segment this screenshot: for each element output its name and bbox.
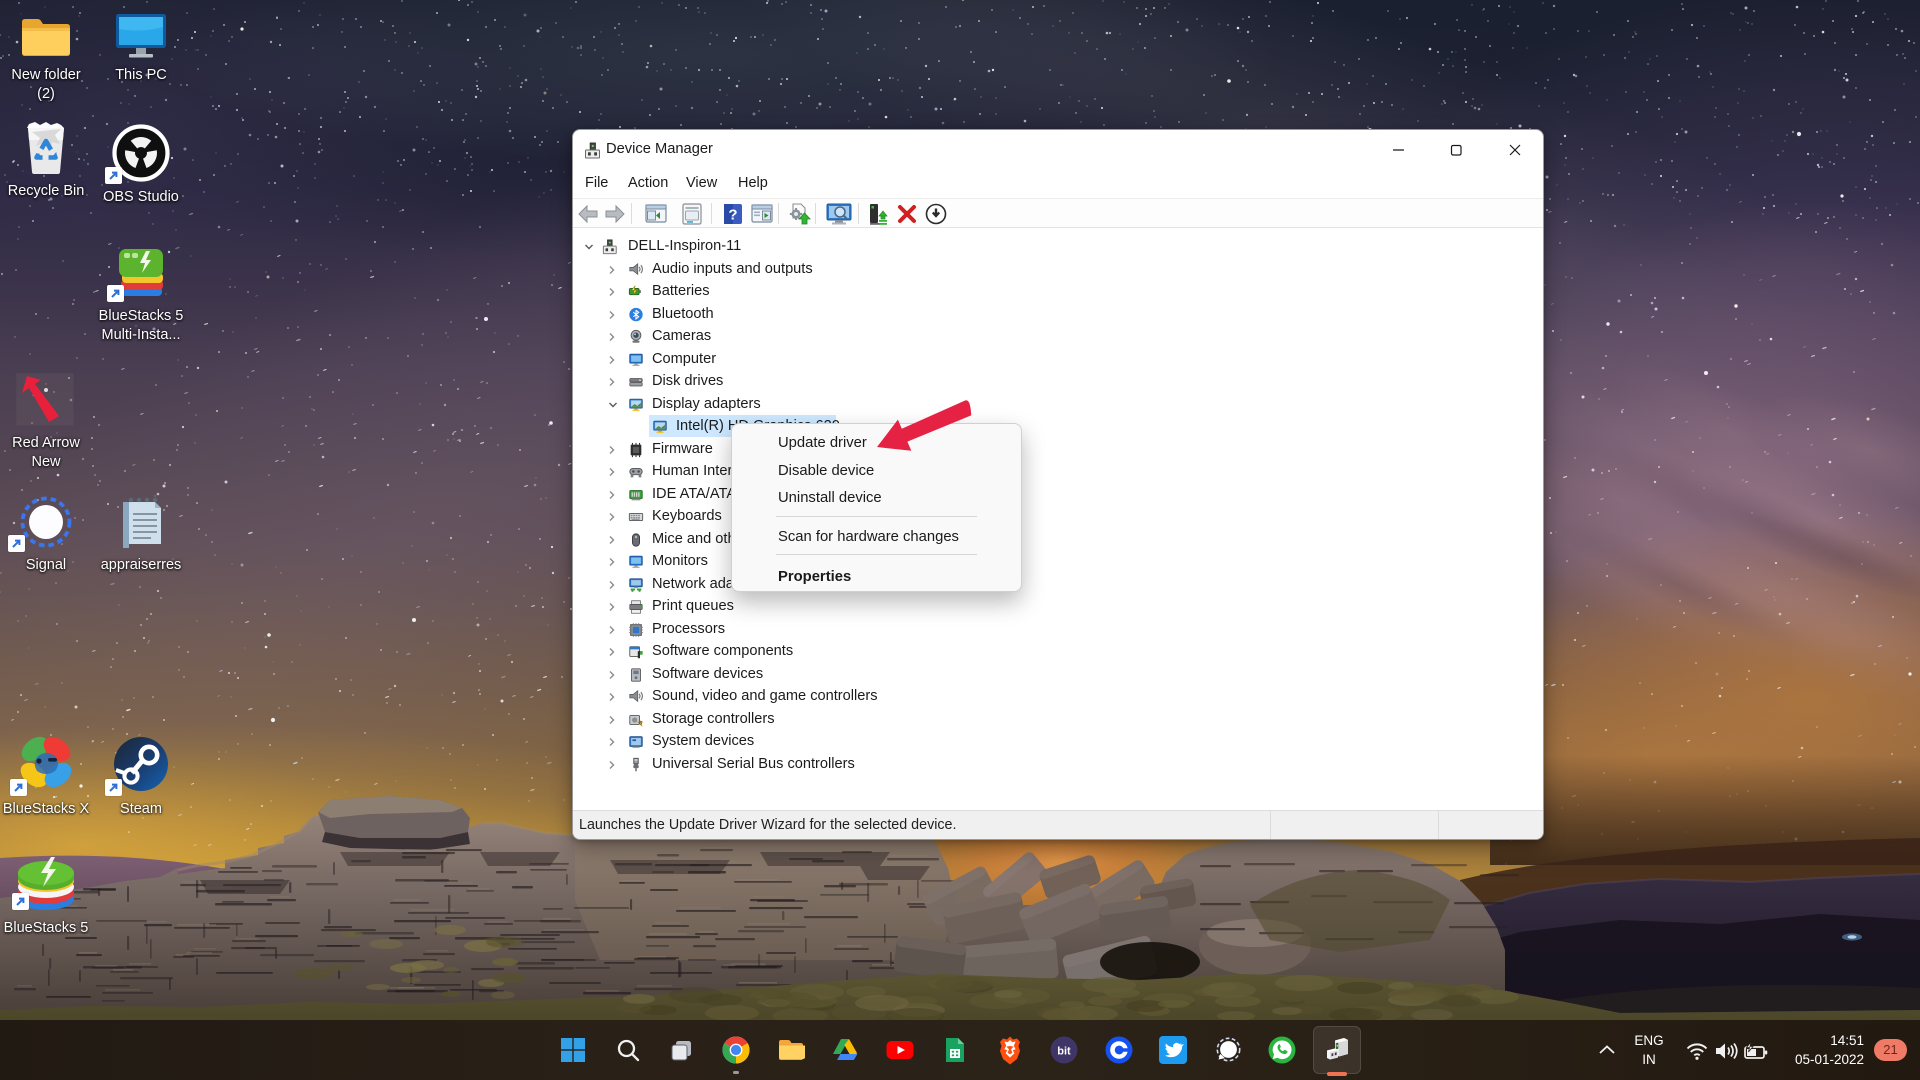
svg-text:bit: bit	[1057, 1046, 1071, 1058]
svg-text:?: ?	[728, 207, 737, 224]
